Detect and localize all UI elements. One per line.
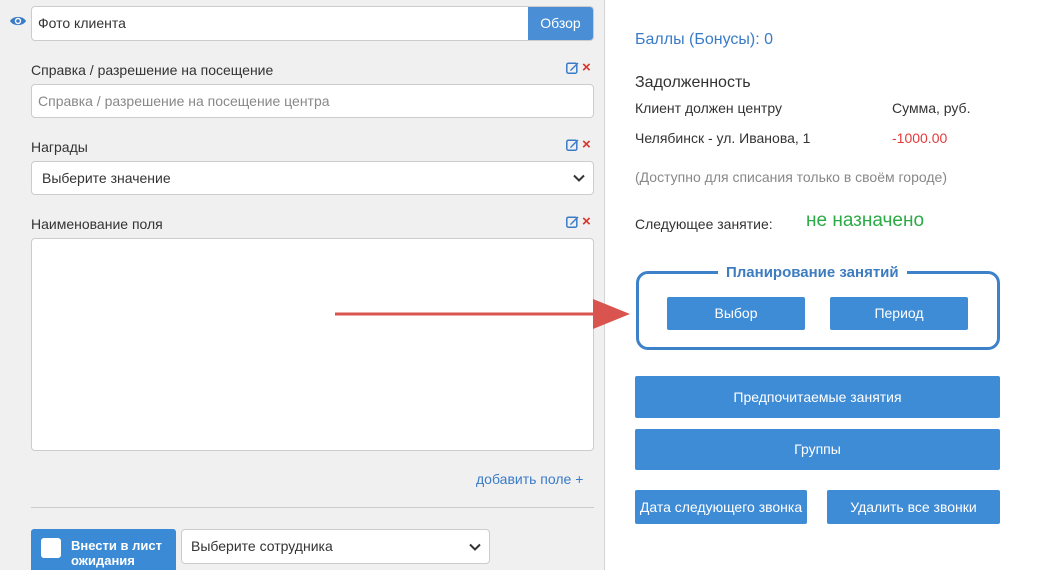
delete-icon[interactable]: × (582, 214, 591, 229)
lesson-planning-title: Планирование занятий (718, 264, 907, 281)
awards-select[interactable]: Выберите значение (31, 161, 594, 195)
browse-button[interactable]: Обзор (528, 7, 593, 40)
debt-column-amount: Сумма, руб. (892, 100, 971, 116)
awards-selected-value: Выберите значение (42, 170, 171, 186)
debt-title: Задолженность (635, 74, 751, 91)
delete-icon[interactable]: × (582, 60, 591, 75)
chevron-down-icon (469, 543, 481, 551)
add-to-waitlist-button[interactable]: Внести в лист ожидания (31, 529, 176, 570)
select-lessons-button[interactable]: Выбор (667, 297, 805, 330)
next-lesson-value: не назначено (806, 210, 925, 231)
period-button[interactable]: Период (830, 297, 968, 330)
employee-selected-value: Выберите сотрудника (191, 538, 333, 554)
eye-icon[interactable] (9, 14, 27, 28)
custom-field-label: Наименование поля (31, 216, 163, 232)
preferred-lessons-button[interactable]: Предпочитаемые занятия (635, 376, 1000, 418)
client-summary-panel: Баллы (Бонусы): 0 Задолженность Клиент д… (606, 0, 1061, 570)
custom-field-actions: × (566, 214, 591, 229)
next-lesson-label: Следующее занятие: (635, 216, 773, 232)
edit-icon[interactable] (566, 215, 579, 228)
custom-field-textarea[interactable] (31, 238, 594, 451)
edit-icon[interactable] (566, 138, 579, 151)
certificate-label: Справка / разрешение на посещение (31, 62, 274, 78)
employee-select[interactable]: Выберите сотрудника (181, 529, 490, 564)
groups-button[interactable]: Группы (635, 429, 1000, 470)
debt-note: (Доступно для списания только в своём го… (635, 169, 947, 185)
awards-field-actions: × (566, 137, 591, 152)
delete-all-calls-button[interactable]: Удалить все звонки (827, 490, 1000, 524)
debt-row-center: Челябинск - ул. Иванова, 1 (635, 130, 811, 146)
awards-label: Награды (31, 139, 88, 155)
client-form-panel: Фото клиента Обзор Справка / разрешение … (0, 0, 605, 570)
photo-filename: Фото клиента (38, 15, 126, 31)
certificate-input[interactable]: Справка / разрешение на посещение центра (31, 84, 594, 118)
divider (31, 507, 594, 508)
edit-icon[interactable] (566, 61, 579, 74)
photo-upload-field[interactable]: Фото клиента Обзор (31, 6, 594, 41)
debt-row-amount: -1000.00 (892, 130, 948, 146)
waitlist-checkbox[interactable] (41, 538, 61, 558)
add-field-link[interactable]: добавить поле + (476, 471, 583, 487)
bonus-points: Баллы (Бонусы): 0 (635, 31, 774, 48)
delete-icon[interactable]: × (582, 137, 591, 152)
certificate-field-actions: × (566, 60, 591, 75)
certificate-placeholder: Справка / разрешение на посещение центра (38, 93, 330, 109)
annotation-arrow (335, 299, 630, 329)
waitlist-button-label: Внести в лист ожидания (71, 538, 162, 568)
next-call-date-button[interactable]: Дата следующего звонка (635, 490, 807, 524)
chevron-down-icon (573, 174, 585, 182)
debt-column-center: Клиент должен центру (635, 100, 782, 116)
